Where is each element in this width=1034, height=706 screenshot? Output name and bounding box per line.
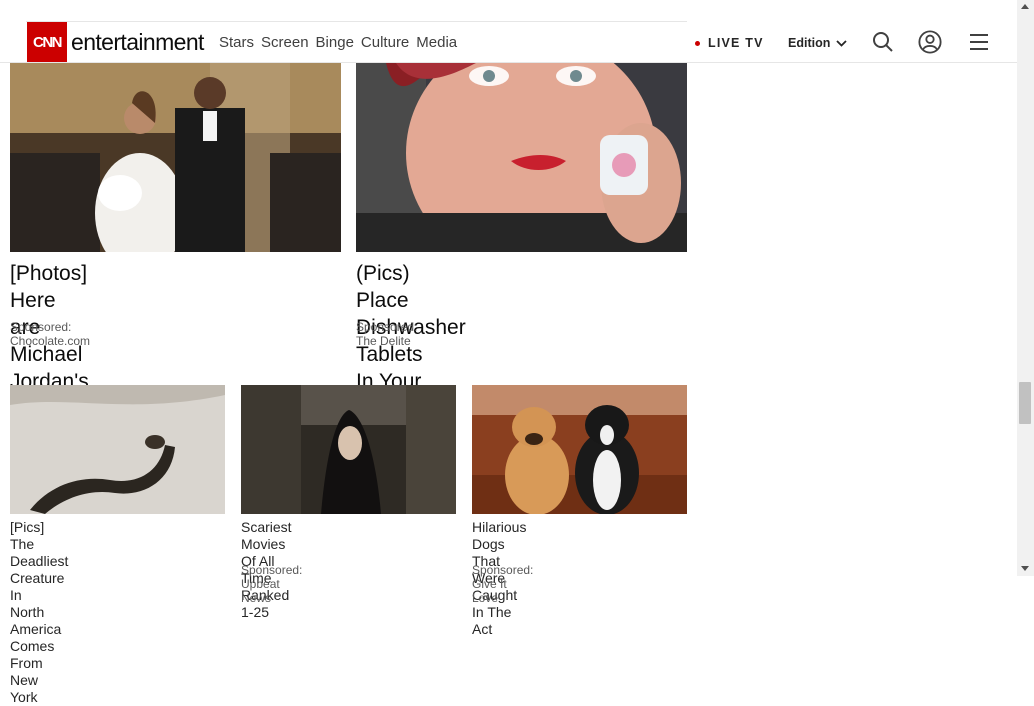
card-title-line: North America Comes From xyxy=(10,604,62,671)
menu-button[interactable] xyxy=(967,30,991,54)
nav-stars[interactable]: Stars xyxy=(219,34,254,51)
nav-binge[interactable]: Binge xyxy=(316,34,354,51)
card-image-dogs[interactable] xyxy=(472,385,687,514)
scrollbar-thumb[interactable] xyxy=(1019,382,1031,424)
account-button[interactable] xyxy=(918,30,942,54)
card-sponsor[interactable]: Sponsored: Chocolate.com xyxy=(10,320,90,348)
section-nav: Stars Screen Binge Culture Media xyxy=(219,34,457,51)
nav-media[interactable]: Media xyxy=(416,34,457,51)
site-header: CNN entertainment Stars Screen Binge Cul… xyxy=(0,0,1017,62)
search-button[interactable] xyxy=(871,30,895,54)
card-title[interactable]: [Pics] The Deadliest Creature In North A… xyxy=(10,519,68,706)
card-sponsor[interactable]: Sponsored: Give It Love xyxy=(472,563,533,605)
page-scrollbar[interactable] xyxy=(1017,0,1034,576)
search-icon xyxy=(873,32,893,52)
header-top-rule xyxy=(26,21,687,22)
card-title-line: [Pics] The Deadliest Creature In xyxy=(10,519,69,603)
nav-screen[interactable]: Screen xyxy=(261,34,309,51)
live-dot-icon xyxy=(695,40,700,46)
live-tv-link[interactable]: LIVE TV xyxy=(695,36,764,50)
card-image-woman-tablet[interactable] xyxy=(356,63,687,252)
card-title-line: New York xyxy=(10,672,39,705)
card-sponsor[interactable]: Sponsored: Upbeat News xyxy=(241,563,302,605)
edition-label: Edition xyxy=(788,36,831,50)
cnn-logo-text: CNN xyxy=(33,33,63,51)
chevron-down-icon xyxy=(836,39,847,47)
card-sponsor[interactable]: Sponsored: The Delite xyxy=(356,320,417,348)
card-image-wedding[interactable] xyxy=(10,63,341,252)
account-icon xyxy=(918,30,942,54)
scroll-up-arrow-icon[interactable] xyxy=(1021,4,1029,9)
menu-icon xyxy=(970,34,988,50)
edition-dropdown[interactable]: Edition xyxy=(788,36,847,50)
entertainment-logo[interactable]: entertainment xyxy=(71,29,204,56)
card-image-scary-movie[interactable] xyxy=(241,385,456,514)
cnn-logo[interactable]: CNN xyxy=(27,22,67,62)
scroll-down-arrow-icon[interactable] xyxy=(1021,566,1029,571)
live-tv-label: LIVE TV xyxy=(708,36,764,50)
card-image-snake[interactable] xyxy=(10,385,225,514)
nav-culture[interactable]: Culture xyxy=(361,34,409,51)
card-title-line: [Photos] Here are Michael xyxy=(10,262,88,366)
card-title-line: (Pics) Place Dishwasher Tablets xyxy=(356,262,466,366)
